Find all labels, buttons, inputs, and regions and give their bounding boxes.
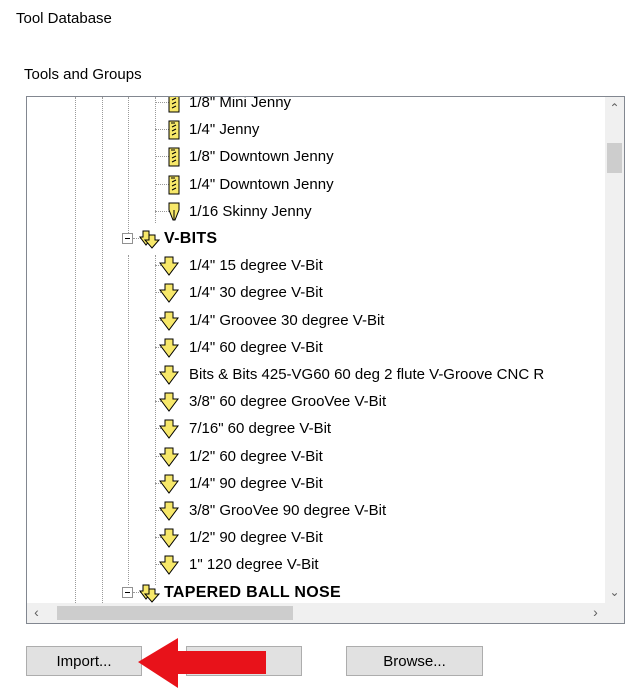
tree-tool-row[interactable]: 1/4" Downtown Jenny — [27, 171, 605, 198]
tree-tool-label: 3/8" GrooVee 90 degree V-Bit — [189, 502, 387, 519]
tree-tool-label: 7/16" 60 degree V-Bit — [189, 420, 332, 438]
tree-tool-row[interactable]: 1/4" 60 degree V-Bit — [27, 334, 605, 361]
tool-tree[interactable]: 1/8" Mini Jenny 1/4" Jenny 1/8" Downtown J… — [26, 96, 625, 624]
scroll-down-icon[interactable]: ⌄ — [605, 585, 624, 599]
tree-tool-label: 1/2" 90 degree V-Bit — [189, 529, 323, 547]
scroll-right-icon[interactable]: › — [586, 604, 605, 620]
collapse-icon[interactable] — [122, 586, 133, 598]
browse-button[interactable]: Browse... — [346, 646, 483, 676]
tree-tool-label: 1/2" 60 degree V-Bit — [189, 447, 323, 465]
tree-tool-row[interactable]: 1/8" Downtown Jenny — [27, 143, 605, 170]
tree-tool-label: 1/8" Mini Jenny — [189, 97, 292, 111]
tree-tool-label: Bits & Bits 425-VG60 60 deg 2 flute V-Gr… — [189, 366, 545, 383]
group-vbit-icon — [139, 583, 165, 603]
tree-tool-row[interactable]: 1/4" 30 degree V-Bit — [27, 279, 605, 306]
tree-tool-label: 3/8" 60 degree GrooVee V-Bit — [189, 393, 387, 411]
tree-tool-row[interactable]: 1/16 Skinny Jenny — [27, 198, 605, 225]
vertical-scrollbar[interactable]: ⌃ ⌄ — [605, 97, 624, 603]
tree-tool-row[interactable]: Bits & Bits 425-VG60 60 deg 2 flute V-Gr… — [27, 361, 605, 388]
horizontal-scroll-thumb[interactable] — [57, 606, 293, 620]
tree-tool-row[interactable]: 1/2" 90 degree V-Bit — [27, 524, 605, 551]
tree-group-label: TAPERED BALL NOSE — [164, 583, 341, 601]
tree-tool-row[interactable]: 7/16" 60 degree V-Bit — [27, 415, 605, 442]
tree-tool-row[interactable]: 1/4" Jenny — [27, 116, 605, 143]
scroll-up-icon[interactable]: ⌃ — [605, 101, 624, 115]
tree-group-label: V-BITS — [164, 230, 218, 247]
tree-tool-row[interactable]: 1/4" 90 degree V-Bit — [27, 470, 605, 497]
tree-tool-label: 1/4" Groovee 30 degree V-Bit — [189, 311, 385, 329]
red-annotation-arrow-icon — [138, 638, 266, 688]
tree-tool-label: 1/4" 60 degree V-Bit — [189, 338, 323, 356]
tree-tool-label: 1/4" Downtown Jenny — [189, 175, 334, 193]
tree-tool-row[interactable]: 3/8" GrooVee 90 degree V-Bit — [27, 497, 605, 524]
tree-tool-row[interactable]: 1" 120 degree V-Bit — [27, 551, 605, 578]
vertical-scroll-thumb[interactable] — [607, 143, 622, 173]
collapse-icon[interactable] — [122, 233, 133, 244]
tools-groups-label: Tools and Groups — [24, 66, 142, 83]
tree-tool-label: 1/4" 30 degree V-Bit — [189, 284, 323, 302]
scroll-left-icon[interactable]: ‹ — [27, 604, 46, 620]
horizontal-scrollbar[interactable]: ‹ › — [27, 603, 605, 623]
tree-group-row[interactable]: TAPERED BALL NOSE — [27, 579, 605, 603]
import-button[interactable]: Import... — [26, 646, 142, 676]
tree-tool-row[interactable]: 3/8" 60 degree GrooVee V-Bit — [27, 388, 605, 415]
tree-tool-row[interactable]: 1/4" Groovee 30 degree V-Bit — [27, 307, 605, 334]
tree-group-row[interactable]: V-BITS — [27, 225, 605, 252]
tree-tool-row[interactable]: 1/8" Mini Jenny — [27, 97, 605, 116]
tree-tool-label: 1/4" 15 degree V-Bit — [189, 257, 323, 275]
scroll-corner — [605, 603, 624, 623]
tree-tool-label: 1" 120 degree V-Bit — [189, 556, 319, 574]
tree-tool-label: 1/8" Downtown Jenny — [189, 148, 334, 166]
tree-tool-row[interactable]: 1/2" 60 degree V-Bit — [27, 443, 605, 470]
tree-tool-label: 1/4" 90 degree V-Bit — [189, 474, 323, 492]
tree-content: 1/8" Mini Jenny 1/4" Jenny 1/8" Downtown J… — [27, 97, 605, 603]
window-title: Tool Database — [16, 10, 112, 27]
tree-tool-label: 1/16 Skinny Jenny — [189, 202, 312, 220]
tree-tool-row[interactable]: 1/4" 15 degree V-Bit — [27, 252, 605, 279]
tree-tool-label: 1/4" Jenny — [189, 121, 260, 139]
